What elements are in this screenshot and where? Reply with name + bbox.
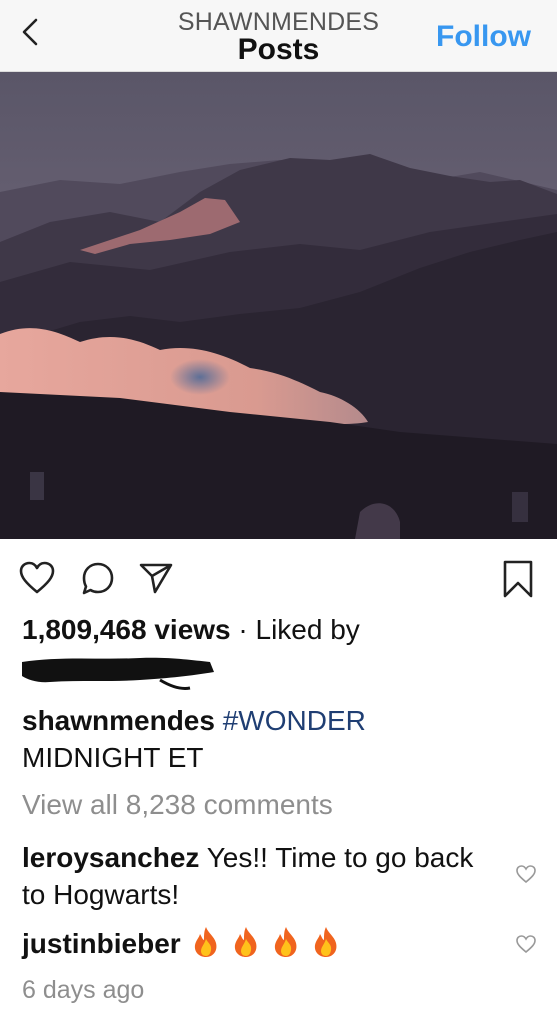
views-line: 1,809,468 views · Liked by [22, 614, 360, 646]
top-nav-bar: SHAWNMENDES Posts Follow [0, 0, 557, 72]
comment-like-heart-icon[interactable] [515, 864, 537, 884]
fire-emoji-icon [274, 927, 297, 957]
fire-emoji-icon [235, 927, 257, 957]
liked-by-text: · Liked by [238, 614, 360, 645]
post-caption: shawnmendes #WONDER MIDNIGHT ET [22, 702, 532, 776]
comment-username[interactable]: leroysanchez [22, 842, 199, 873]
bookmark-icon[interactable] [502, 559, 534, 599]
comment-bubble-icon[interactable] [80, 561, 116, 597]
view-all-comments-link[interactable]: View all 8,238 comments [22, 789, 333, 821]
comment-like-heart-icon[interactable] [515, 934, 537, 954]
caption-text: MIDNIGHT ET [22, 742, 204, 773]
views-count[interactable]: 1,809,468 views [22, 614, 231, 645]
comment-row: leroysanchez Yes!! Time to go back to Ho… [22, 839, 492, 913]
comment-username[interactable]: justinbieber [22, 928, 181, 959]
fire-emoji-icon [195, 927, 217, 957]
caption-username[interactable]: shawnmendes [22, 705, 215, 736]
post-image[interactable] [0, 72, 557, 539]
fire-emoji-icon [314, 927, 337, 957]
comment-row: justinbieber [22, 925, 492, 962]
post-timestamp: 6 days ago [22, 976, 145, 1004]
heart-icon[interactable] [18, 561, 56, 595]
comment-emoji-group [188, 927, 339, 959]
caption-hashtag[interactable]: #WONDER [223, 705, 366, 736]
redacted-liked-by-user [22, 657, 214, 690]
follow-button[interactable]: Follow [436, 20, 531, 54]
paper-plane-icon[interactable] [138, 561, 174, 595]
post-action-bar [0, 539, 557, 619]
